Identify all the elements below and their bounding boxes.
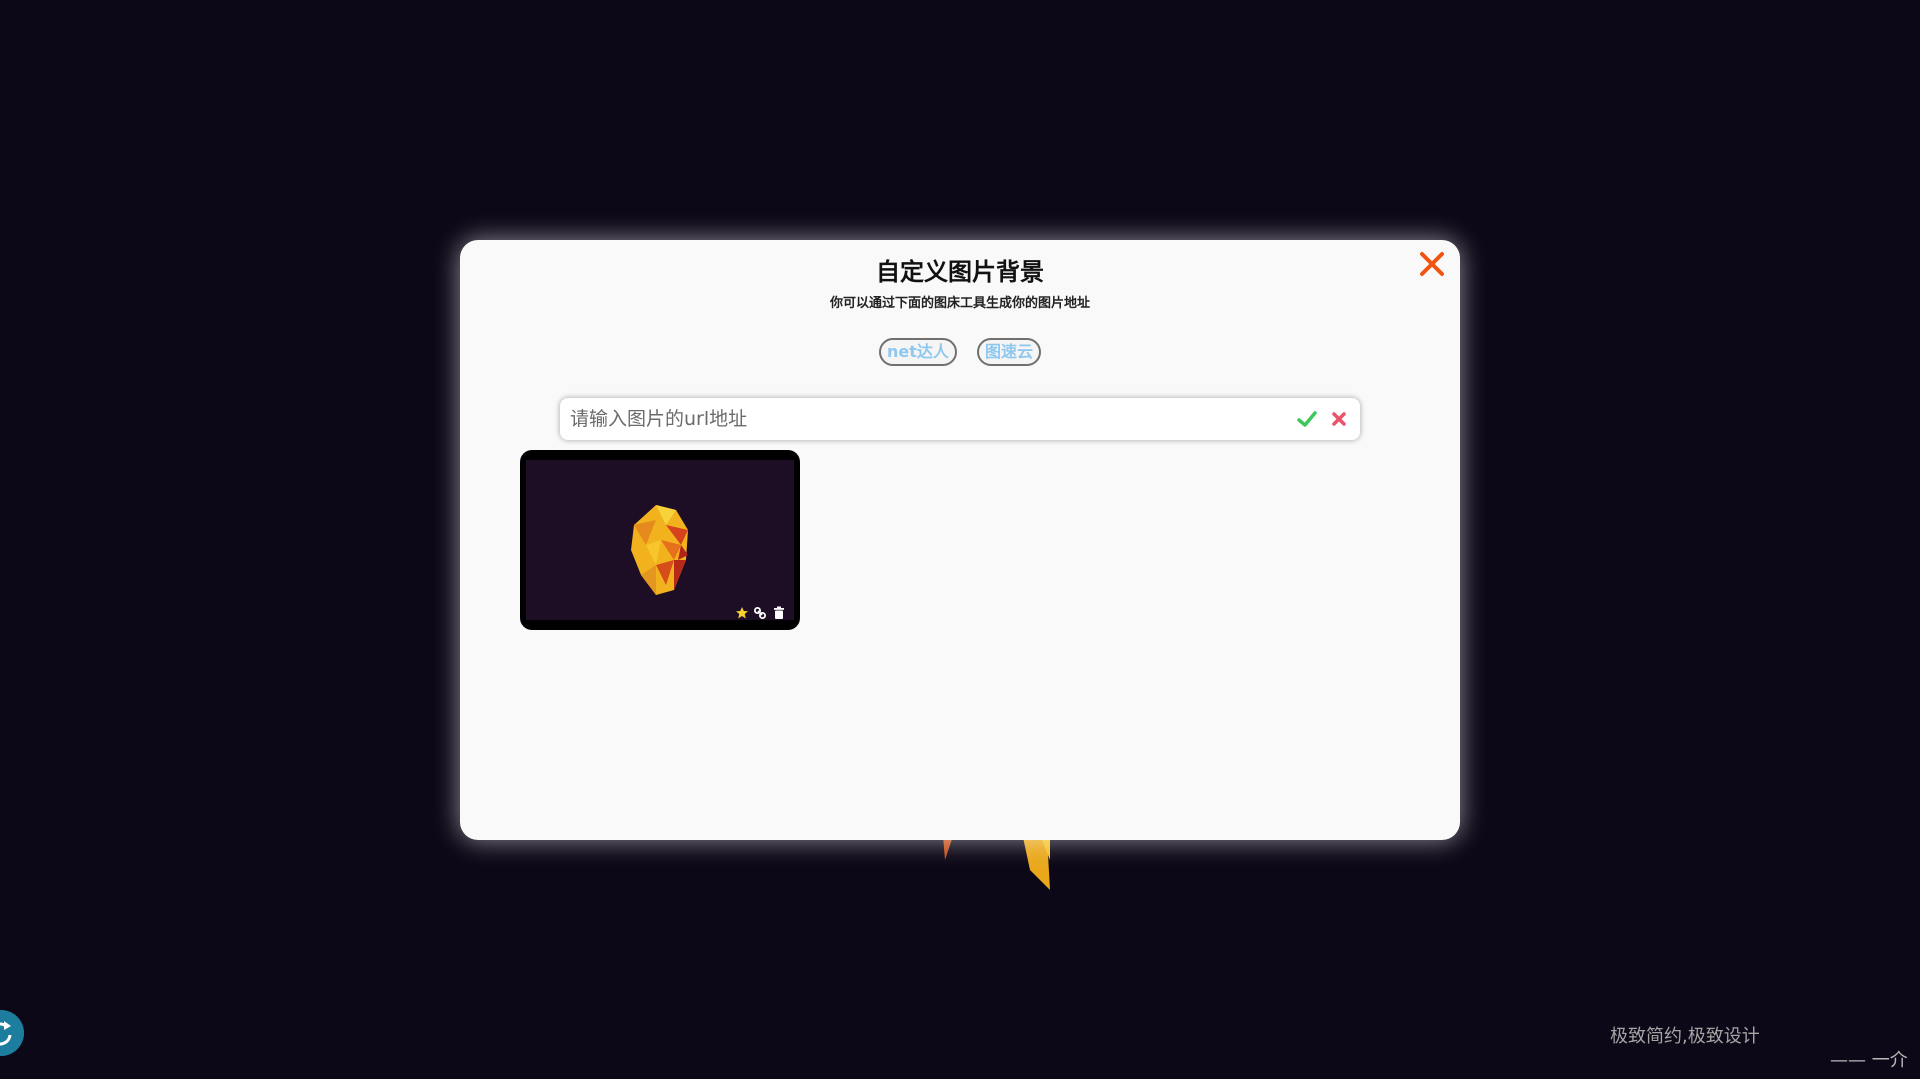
refresh-icon[interactable] — [0, 1010, 24, 1056]
lion-image — [631, 505, 688, 595]
link-net-daren[interactable]: net达人 — [879, 338, 957, 366]
check-icon[interactable] — [1296, 408, 1318, 430]
dialog-title: 自定义图片背景 — [876, 258, 1044, 286]
custom-background-dialog: 自定义图片背景 你可以通过下面的图床工具生成你的图片地址 net达人 图速云 — [460, 240, 1460, 840]
link-icon[interactable] — [753, 606, 767, 620]
dialog-subtitle: 你可以通过下面的图床工具生成你的图片地址 — [829, 296, 1090, 311]
close-icon[interactable] — [1414, 246, 1450, 282]
link-tusu-yun[interactable]: 图速云 — [976, 338, 1041, 366]
image-url-input[interactable] — [560, 407, 1296, 431]
clear-icon[interactable] — [1328, 408, 1350, 430]
star-icon[interactable] — [735, 606, 749, 620]
thumbnail-image — [526, 460, 794, 620]
footer-signature: —— 一介 — [1830, 1050, 1908, 1071]
page-stage: 自定义图片背景 你可以通过下面的图床工具生成你的图片地址 net达人 图速云 请… — [0, 0, 1920, 1079]
background-thumbnail-card[interactable] — [520, 450, 800, 630]
image-host-links: net达人 图速云 — [460, 338, 1460, 366]
footer-slogan: 极致简约,极致设计 — [1610, 1026, 1760, 1047]
trash-icon[interactable] — [772, 606, 786, 620]
url-input-bar — [560, 398, 1360, 440]
